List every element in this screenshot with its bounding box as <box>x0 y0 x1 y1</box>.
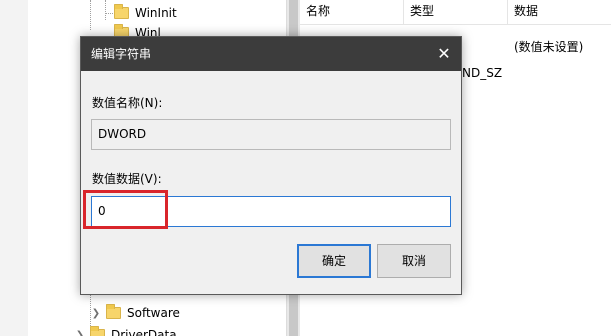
value-data-label: 数值数据(V): <box>92 172 162 186</box>
column-name[interactable]: 名称 <box>300 0 404 24</box>
value-name-label: 数值名称(N): <box>92 96 163 110</box>
folder-icon <box>106 304 121 319</box>
folder-icon <box>90 326 105 336</box>
value-data-input[interactable]: 0 <box>91 196 451 227</box>
tree-item-label: WinInit <box>135 6 177 20</box>
cancel-button[interactable]: 取消 <box>377 244 451 278</box>
tree-guide-line <box>90 0 91 30</box>
values-column-header: 名称 类型 数据 <box>300 0 611 25</box>
value-type-cell: ND_SZ <box>462 66 503 80</box>
tree-item-software[interactable]: ❯ Software <box>90 303 180 323</box>
tree-item-driverdata[interactable]: ❯ DriverData <box>74 325 177 336</box>
tree-item-wininit[interactable]: WinInit <box>114 3 177 23</box>
edit-string-dialog: 编辑字符串 ✕ 数值名称(N): DWORD 数值数据(V): 0 确定 取消 <box>80 36 462 295</box>
column-data[interactable]: 数据 <box>508 0 611 24</box>
dialog-title: 编辑字符串 <box>91 47 152 61</box>
tree-guide-line <box>105 0 106 20</box>
chevron-right-icon[interactable]: ❯ <box>90 308 102 319</box>
dialog-titlebar[interactable]: 编辑字符串 ✕ <box>81 37 461 71</box>
value-name-field[interactable]: DWORD <box>91 119 451 150</box>
chevron-right-icon[interactable]: ❯ <box>74 330 86 336</box>
window-left-edge <box>0 0 28 336</box>
tree-item-label: Software <box>127 306 180 320</box>
column-type[interactable]: 类型 <box>404 0 508 24</box>
tree-item-label: DriverData <box>111 328 177 336</box>
folder-icon <box>114 4 129 19</box>
value-data-cell: (数值未设置) <box>514 40 584 54</box>
ok-button[interactable]: 确定 <box>297 244 371 278</box>
tree-guide-line <box>105 13 113 14</box>
close-icon[interactable]: ✕ <box>427 37 461 71</box>
